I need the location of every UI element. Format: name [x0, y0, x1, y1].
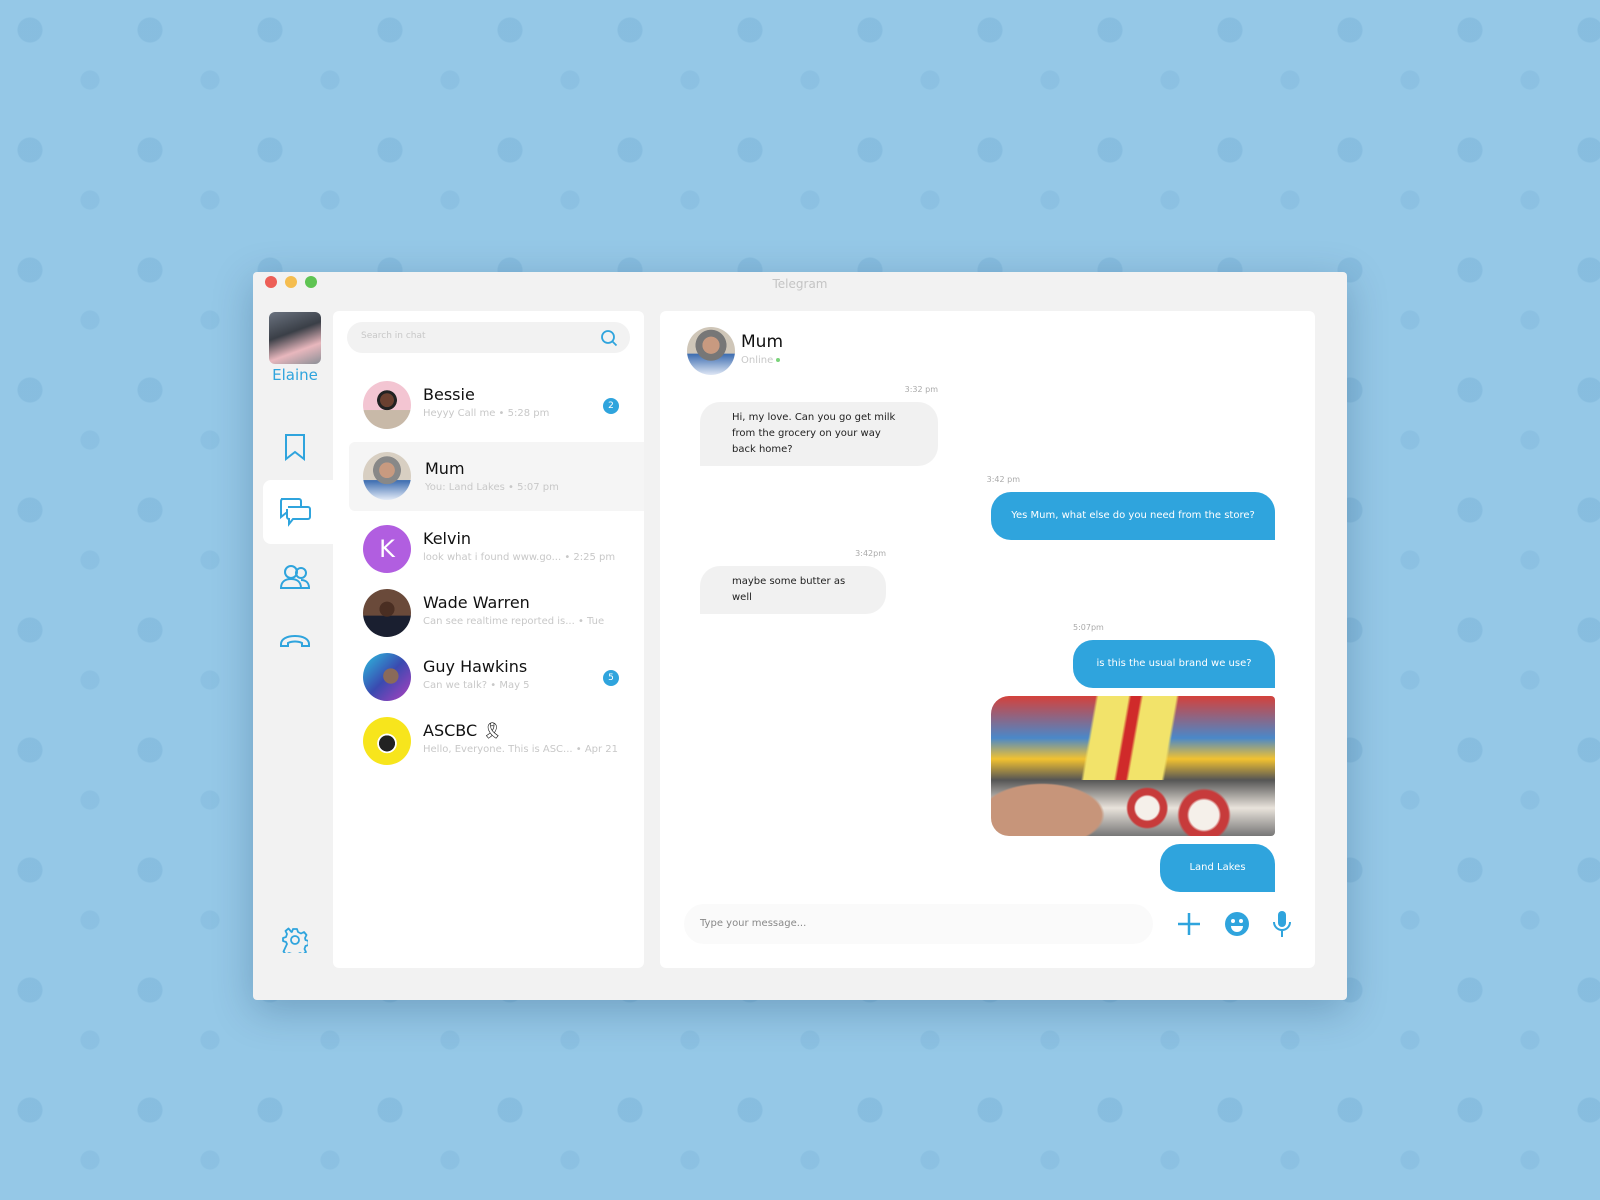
- user-avatar[interactable]: [269, 312, 321, 364]
- contacts-icon: [279, 565, 311, 589]
- avatar: [363, 381, 411, 429]
- chat-name: Bessie: [423, 385, 475, 404]
- online-indicator: [776, 358, 781, 362]
- chat-preview: Heyyy Call me • 5:28 pm: [423, 408, 550, 419]
- message-time: 3:42pm: [855, 549, 886, 558]
- search-placeholder: Search in chat: [361, 331, 426, 341]
- message-bubble-outgoing: is this the usual brand we use?: [1073, 640, 1275, 688]
- chat-name: Mum: [425, 459, 465, 478]
- chat-name: Kelvin: [423, 529, 472, 548]
- avatar: K: [363, 525, 411, 573]
- chat-preview: Can see realtime reported is... • Tue: [423, 616, 605, 627]
- message-bubble-outgoing: Yes Mum, what else do you need from the …: [991, 492, 1275, 540]
- user-name: Elaine: [272, 366, 318, 384]
- unread-badge: 2: [603, 398, 619, 414]
- message-bubble-outgoing: Land Lakes: [1160, 844, 1275, 892]
- avatar: [363, 589, 411, 637]
- avatar: [363, 717, 411, 765]
- emoji-icon: [1225, 912, 1249, 936]
- chat-preview: Can we talk? • May 5: [423, 680, 530, 691]
- bookmark-icon: [285, 434, 305, 461]
- chat-icon: [280, 498, 311, 527]
- plus-icon: [1178, 913, 1200, 935]
- settings-button[interactable]: [275, 920, 315, 960]
- message-bubble-incoming: maybe some butter as well: [700, 566, 886, 614]
- phone-icon: [280, 634, 310, 647]
- chat-name: Wade Warren: [423, 593, 530, 612]
- microphone-icon: [1273, 911, 1291, 937]
- chat-name: ASCBC 🎗: [423, 721, 503, 740]
- contacts-button[interactable]: [275, 557, 315, 597]
- chat-preview: look what i found www.go... • 2:25 pm: [423, 552, 616, 563]
- message-placeholder: Type your message...: [700, 918, 807, 929]
- chat-list-item[interactable]: ASCBC 🎗 Hello, Everyone. This is ASC... …: [333, 709, 644, 773]
- shared-photo[interactable]: [991, 696, 1275, 836]
- unread-badge: 5: [603, 670, 619, 686]
- avatar: [363, 653, 411, 701]
- chat-list-item[interactable]: Wade Warren Can see realtime reported is…: [333, 581, 644, 645]
- calls-button[interactable]: [275, 621, 315, 661]
- chat-list-item[interactable]: Bessie Heyyy Call me • 5:28 pm 2: [333, 373, 644, 437]
- chat-list-item[interactable]: Guy Hawkins Can we talk? • May 5 5: [333, 645, 644, 709]
- avatar: [363, 452, 411, 500]
- message-input[interactable]: Type your message...: [684, 904, 1153, 944]
- settings-icon: [282, 927, 308, 953]
- message-bubble-incoming: Hi, my love. Can you go get milk from th…: [700, 402, 938, 466]
- chat-preview: You: Land Lakes • 5:07 pm: [425, 482, 559, 493]
- contact-name: Mum: [741, 332, 784, 352]
- chats-button[interactable]: [275, 492, 315, 532]
- saved-messages-button[interactable]: [275, 427, 315, 467]
- search-icon[interactable]: [600, 329, 618, 347]
- contact-avatar[interactable]: [687, 327, 735, 375]
- chat-name: Guy Hawkins: [423, 657, 528, 676]
- message-time: 3:32 pm: [904, 385, 938, 394]
- emoji-button[interactable]: [1222, 909, 1252, 939]
- voice-button[interactable]: [1267, 909, 1297, 939]
- search-input[interactable]: Search in chat: [347, 322, 630, 353]
- attach-button[interactable]: [1174, 909, 1204, 939]
- chat-list-item-selected[interactable]: Mum You: Land Lakes • 5:07 pm: [349, 442, 644, 511]
- message-time: 5:07pm: [1073, 623, 1104, 632]
- status-text: Online: [741, 355, 774, 366]
- contact-status: Online: [741, 355, 781, 366]
- chat-list-item[interactable]: K Kelvin look what i found www.go... • 2…: [333, 517, 644, 581]
- chat-preview: Hello, Everyone. This is ASC... • Apr 21: [423, 744, 619, 755]
- window-title: Telegram: [772, 277, 828, 291]
- message-time: 3:42 pm: [986, 475, 1020, 484]
